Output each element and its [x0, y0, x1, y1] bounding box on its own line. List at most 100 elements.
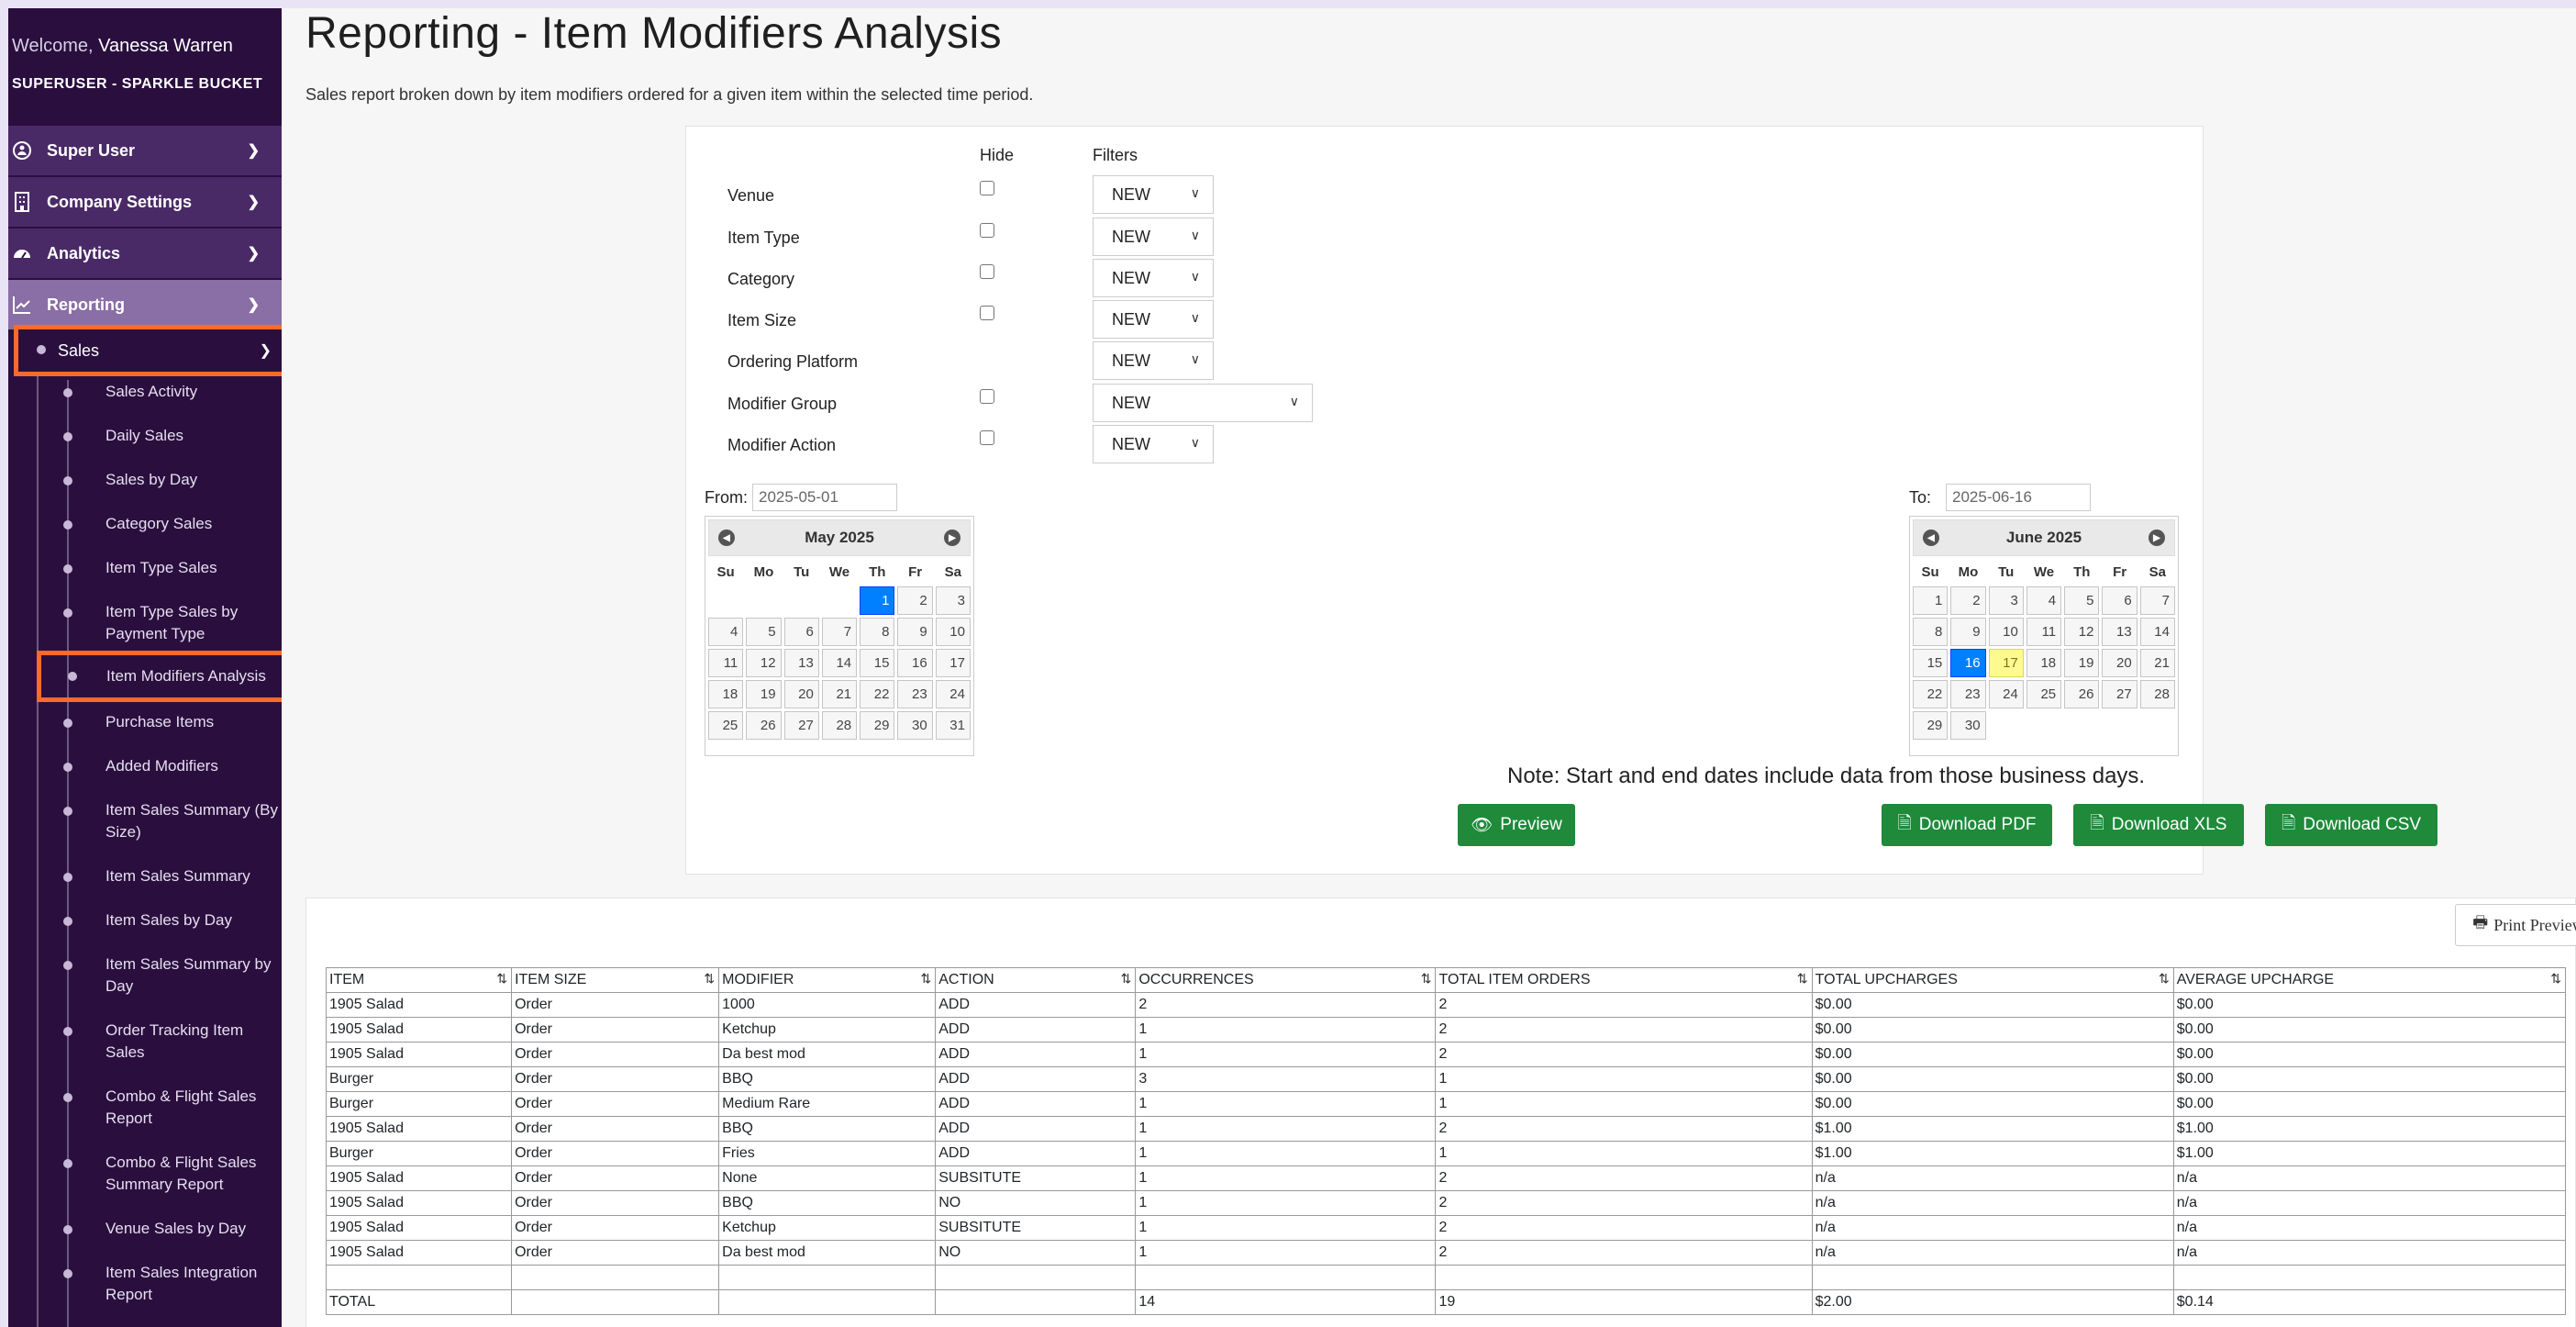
modifier-group-hide-checkbox[interactable] — [980, 389, 994, 404]
modifier-group-filter-select[interactable]: NEW ∨ — [1093, 384, 1313, 422]
calendar-day[interactable]: 16 — [897, 649, 933, 677]
calendar-day[interactable]: 6 — [2102, 586, 2137, 615]
column-header-modifier[interactable]: MODIFIER ⇅ — [718, 967, 937, 993]
download-csv-button[interactable]: 🗎 Download CSV — [2265, 804, 2437, 846]
next-month-icon[interactable]: ▶ — [2149, 530, 2165, 546]
calendar-day[interactable]: 15 — [860, 649, 895, 677]
category-filter-select[interactable]: NEW ∨ — [1093, 259, 1214, 297]
calendar-day[interactable]: 5 — [2064, 586, 2100, 615]
calendar-day[interactable]: 29 — [860, 711, 895, 740]
sort-icon[interactable]: ⇅ — [921, 971, 932, 987]
sidebar-item-order-tracking-item-sales[interactable]: Order Tracking Item Sales — [63, 1020, 282, 1064]
modifier-action-filter-select[interactable]: NEW ∨ — [1093, 425, 1214, 463]
column-header-total-upcharges[interactable]: TOTAL UPCHARGES ⇅ — [1811, 967, 2174, 993]
next-month-icon[interactable]: ▶ — [944, 530, 960, 546]
sidebar-item-item-sales-by-day[interactable]: Item Sales by Day — [63, 909, 282, 931]
calendar-day[interactable]: 31 — [935, 711, 971, 740]
calendar-day[interactable]: 10 — [1988, 618, 2024, 646]
sidebar-item-item-sales-summary[interactable]: Item Sales Summary — [63, 865, 282, 887]
menu-analytics[interactable]: Analytics ❯ — [8, 229, 282, 278]
sort-icon[interactable]: ⇅ — [496, 971, 507, 987]
calendar-day[interactable]: 1 — [1913, 586, 1949, 615]
calendar-day[interactable]: 2 — [897, 586, 933, 615]
calendar-day[interactable]: 8 — [1913, 618, 1949, 646]
print-preview-button[interactable]: 🖶 Print Preview — [2455, 904, 2576, 946]
sort-icon[interactable]: ⇅ — [704, 971, 715, 987]
column-header-action[interactable]: ACTION ⇅ — [935, 967, 1137, 993]
sidebar-item-sales-activity[interactable]: Sales Activity — [63, 381, 282, 403]
calendar-day[interactable]: 24 — [935, 680, 971, 708]
sort-icon[interactable]: ⇅ — [1797, 971, 1808, 987]
calendar-day[interactable]: 11 — [2026, 618, 2062, 646]
calendar-day[interactable]: 20 — [783, 680, 819, 708]
column-header-average-upcharge[interactable]: AVERAGE UPCHARGE ⇅ — [2172, 967, 2567, 993]
sidebar-item-item-type-sales[interactable]: Item Type Sales — [63, 557, 282, 579]
calendar-day[interactable]: 14 — [821, 649, 858, 677]
calendar-day[interactable]: 10 — [935, 618, 971, 646]
sidebar-item-combo-flight-sales-report[interactable]: Combo & Flight Sales Report — [63, 1086, 282, 1130]
calendar-day[interactable]: 28 — [821, 711, 858, 740]
sidebar-item-item-sales-summary-by-size[interactable]: Item Sales Summary (By Size) — [63, 799, 282, 843]
calendar-day[interactable]: 30 — [897, 711, 933, 740]
download-pdf-button[interactable]: 🗎 Download PDF — [1882, 804, 2052, 846]
download-xls-button[interactable]: 🗎 Download XLS — [2073, 804, 2244, 846]
item-size-filter-select[interactable]: NEW ∨ — [1093, 300, 1214, 339]
calendar-day[interactable]: 20 — [2102, 649, 2137, 677]
calendar-day[interactable]: 17 — [935, 649, 971, 677]
item-size-hide-checkbox[interactable] — [980, 306, 994, 320]
venue-hide-checkbox[interactable] — [980, 181, 994, 195]
calendar-day[interactable]: 27 — [2102, 680, 2137, 708]
calendar-day[interactable]: 18 — [708, 680, 744, 708]
calendar-day[interactable]: 30 — [1950, 711, 1986, 740]
item-type-filter-select[interactable]: NEW ∨ — [1093, 217, 1214, 256]
calendar-day[interactable]: 26 — [746, 711, 782, 740]
sidebar-item-item-sales-integration-report[interactable]: Item Sales Integration Report — [63, 1262, 282, 1306]
calendar-day[interactable]: 9 — [897, 618, 933, 646]
sidebar-item-combo-flight-sales-summary-report[interactable]: Combo & Flight Sales Summary Report — [63, 1152, 282, 1196]
menu-company-settings[interactable]: Company Settings ❯ — [8, 177, 282, 227]
calendar-day[interactable]: 11 — [708, 649, 744, 677]
calendar-day[interactable]: 23 — [897, 680, 933, 708]
calendar-day[interactable]: 26 — [2064, 680, 2100, 708]
prev-month-icon[interactable]: ◀ — [1923, 530, 1939, 546]
column-header-total-item-orders[interactable]: TOTAL ITEM ORDERS ⇅ — [1435, 967, 1813, 993]
calendar-day[interactable]: 24 — [1988, 680, 2024, 708]
column-header-item[interactable]: ITEM ⇅ — [325, 967, 513, 993]
calendar-day[interactable]: 19 — [746, 680, 782, 708]
calendar-day[interactable]: 19 — [2064, 649, 2100, 677]
calendar-day[interactable]: 3 — [935, 586, 971, 615]
calendar-day[interactable]: 8 — [860, 618, 895, 646]
sidebar-item-item-sales-summary-by-day[interactable]: Item Sales Summary by Day — [63, 953, 282, 998]
venue-filter-select[interactable]: NEW ∨ — [1093, 175, 1214, 214]
column-header-item-size[interactable]: ITEM SIZE ⇅ — [511, 967, 720, 993]
calendar-day[interactable]: 4 — [708, 618, 744, 646]
column-header-occurrences[interactable]: OCCURRENCES ⇅ — [1135, 967, 1437, 993]
sidebar-item-item-type-sales-by-payment-type[interactable]: Item Type Sales by Payment Type — [63, 601, 282, 645]
calendar-day[interactable]: 13 — [2102, 618, 2137, 646]
sidebar-item-daily-sales[interactable]: Daily Sales — [63, 425, 282, 447]
user-name[interactable]: Vanessa Warren — [98, 36, 233, 56]
item-type-hide-checkbox[interactable] — [980, 223, 994, 238]
calendar-day[interactable]: 12 — [2064, 618, 2100, 646]
calendar-day[interactable]: 9 — [1950, 618, 1986, 646]
sidebar-item-category-sales[interactable]: Category Sales — [63, 513, 282, 535]
calendar-day[interactable]: 21 — [2139, 649, 2175, 677]
calendar-day[interactable]: 28 — [2139, 680, 2175, 708]
calendar-day[interactable]: 3 — [1988, 586, 2024, 615]
calendar-day[interactable]: 17 — [1988, 649, 2024, 677]
calendar-day[interactable]: 23 — [1950, 680, 1986, 708]
ordering-platform-filter-select[interactable]: NEW ∨ — [1093, 341, 1214, 380]
category-hide-checkbox[interactable] — [980, 264, 994, 279]
calendar-day[interactable]: 6 — [783, 618, 819, 646]
calendar-day[interactable]: 29 — [1913, 711, 1949, 740]
sidebar-item-purchase-items[interactable]: Purchase Items — [63, 711, 282, 733]
to-date-input[interactable] — [1946, 484, 2091, 511]
calendar-day[interactable]: 25 — [2026, 680, 2062, 708]
preview-button[interactable]: 👁 Preview — [1458, 804, 1575, 846]
sort-icon[interactable]: ⇅ — [2550, 971, 2561, 987]
sidebar-item-sales-by-day[interactable]: Sales by Day — [63, 469, 282, 491]
calendar-day[interactable]: 25 — [708, 711, 744, 740]
sidebar-item-added-modifiers[interactable]: Added Modifiers — [63, 755, 282, 777]
calendar-day[interactable]: 7 — [2139, 586, 2175, 615]
calendar-day[interactable]: 16 — [1950, 649, 1986, 677]
